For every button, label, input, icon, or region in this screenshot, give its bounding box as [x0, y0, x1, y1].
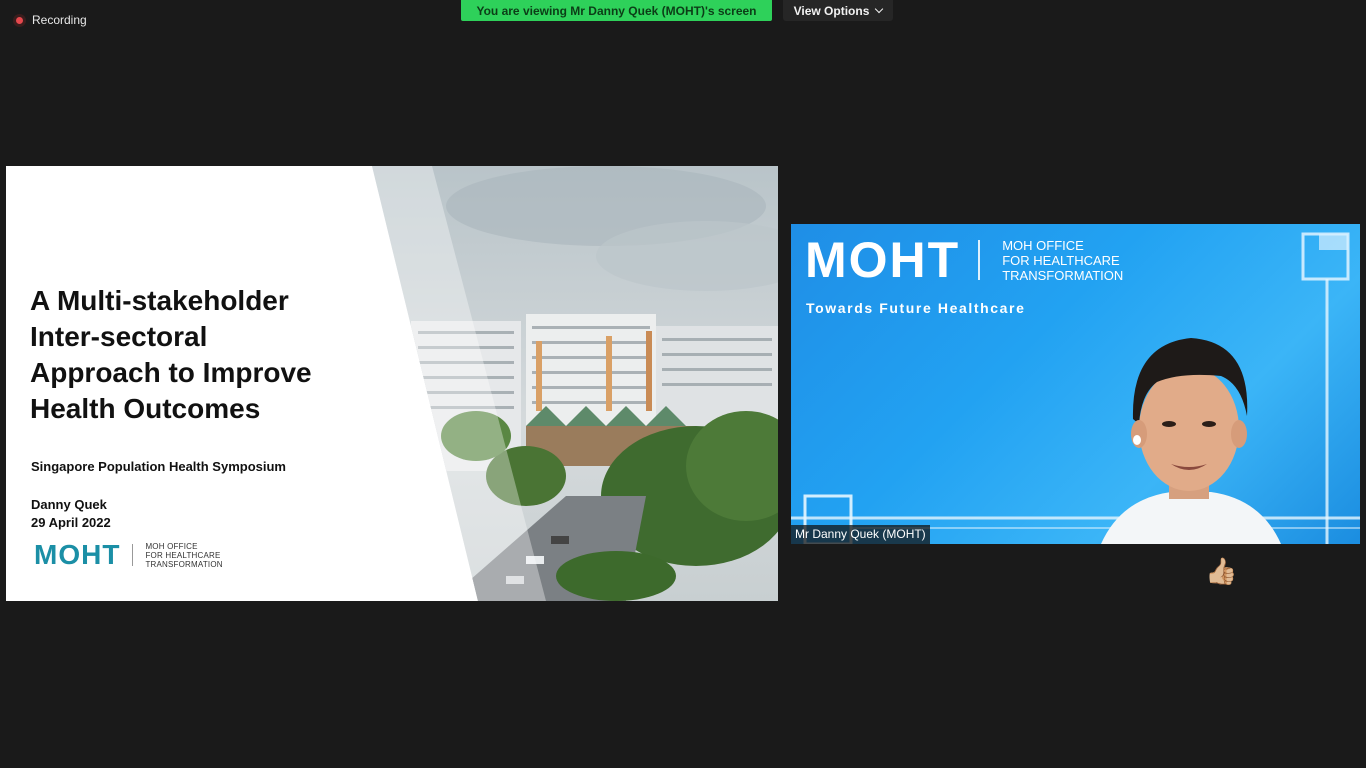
recording-label: Recording — [32, 13, 87, 27]
view-options-label: View Options — [793, 3, 870, 18]
view-options-button[interactable]: View Options — [783, 0, 893, 21]
video-logo-subtitle: MOH OFFICE FOR HEALTHCARE TRANSFORMATION — [1002, 238, 1123, 283]
recording-dot-icon — [13, 13, 26, 27]
participant-person-image — [1101, 338, 1281, 544]
slide-author-block: Danny Quek 29 April 2022 — [31, 496, 111, 532]
slide-moht-logo: MOHT MOH OFFICE FOR HEALTHCARE TRANSFORM… — [34, 540, 223, 570]
slide-logo-subtitle-line: TRANSFORMATION — [145, 559, 223, 569]
recording-indicator[interactable]: Recording — [13, 12, 87, 28]
video-tagline: Towards Future Healthcare — [806, 300, 1026, 316]
shared-screen-slide: A Multi-stakeholder Inter-sectoral Appro… — [6, 166, 778, 601]
slide-logo-subtitle-line: MOH OFFICE — [145, 541, 198, 551]
slide-logo-word: MOHT — [34, 539, 121, 570]
viewing-screen-banner: You are viewing Mr Danny Quek (MOHT)'s s… — [461, 0, 772, 21]
slide-logo-subtitle-line: FOR HEALTHCARE — [145, 550, 221, 560]
video-logo-subtitle-line: TRANSFORMATION — [1002, 267, 1124, 283]
participant-name-label: Mr Danny Quek (MOHT) — [791, 525, 930, 544]
slide-author-name: Danny Quek — [31, 497, 107, 512]
slide-title-line: Health Outcomes — [30, 393, 261, 424]
slide-date: 29 April 2022 — [31, 515, 111, 530]
video-logo-word: MOHT — [805, 232, 961, 288]
slide-event-name: Singapore Population Health Symposium — [31, 459, 286, 474]
viewing-screen-text: You are viewing Mr Danny Quek (MOHT)'s s… — [476, 3, 757, 18]
slide-title-line: Inter-sectoral — [30, 321, 208, 352]
video-logo-subtitle-line: MOH OFFICE — [1002, 237, 1084, 253]
meeting-window: Recording You are viewing Mr Danny Quek … — [0, 0, 1366, 768]
slide-logo-subtitle: MOH OFFICE FOR HEALTHCARE TRANSFORMATION — [145, 542, 222, 569]
participant-video-tile[interactable]: MOHT MOH OFFICE FOR HEALTHCARE TRANSFORM… — [791, 224, 1360, 544]
thumbs-up-reaction-icon: 👍🏼 — [1205, 556, 1238, 586]
slide-logo-divider — [132, 544, 134, 566]
slide-title-line: Approach to Improve — [30, 357, 312, 388]
slide-title: A Multi-stakeholder Inter-sectoral Appro… — [30, 283, 390, 427]
video-logo-divider — [978, 240, 981, 280]
chevron-down-icon — [875, 4, 884, 14]
video-moht-logo: MOHT MOH OFFICE FOR HEALTHCARE TRANSFORM… — [805, 234, 1123, 286]
slide-title-line: A Multi-stakeholder — [30, 285, 289, 316]
video-logo-subtitle-line: FOR HEALTHCARE — [1002, 252, 1120, 268]
